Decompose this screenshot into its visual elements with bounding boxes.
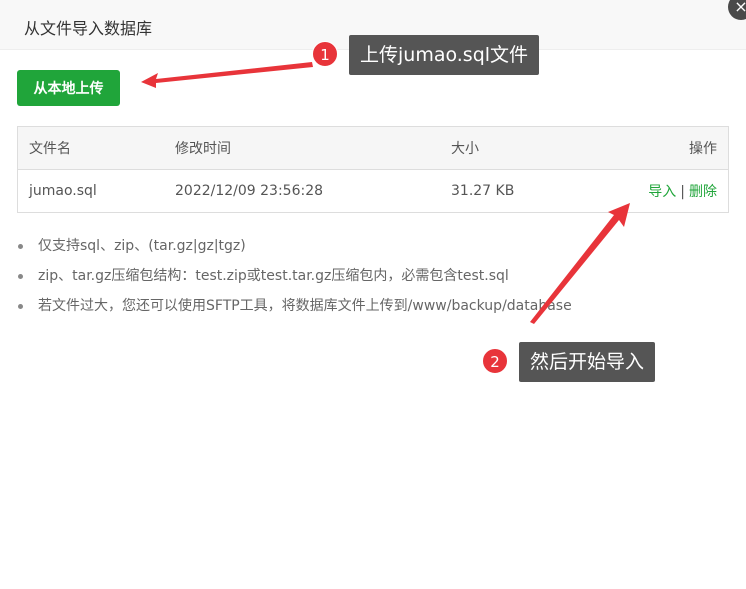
annotation-callout-2: 然后开始导入 (519, 342, 656, 382)
annotation-badge-2: 2 (482, 348, 508, 374)
annotation-callout-1: 上传jumao.sql文件 (349, 35, 540, 75)
annotation-arrows (141, 62, 630, 324)
arrow-1-icon (141, 62, 313, 88)
arrow-2-icon (530, 203, 630, 324)
annotation-badge-1: 1 (312, 41, 338, 67)
